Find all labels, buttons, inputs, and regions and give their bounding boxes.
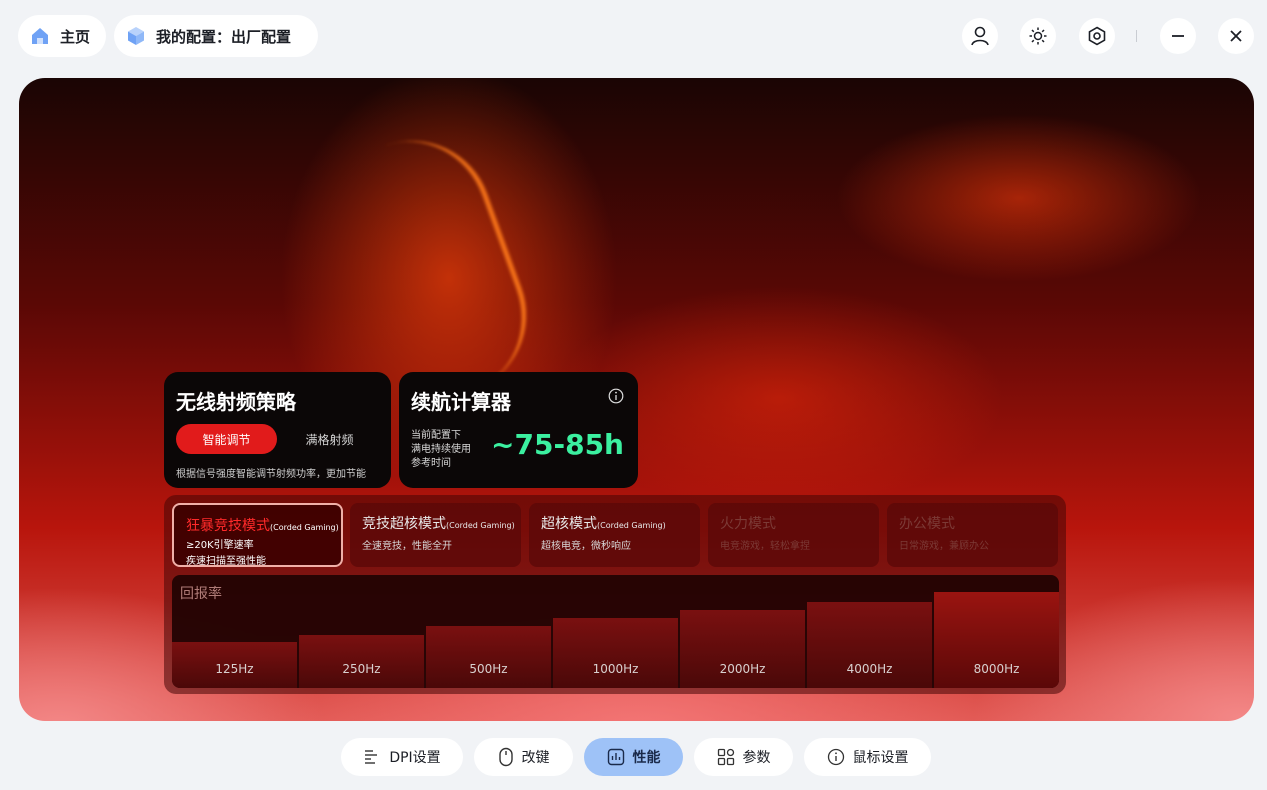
- bottom-navigation: DPI设置 改键 性能 参数 鼠标设置: [0, 738, 1267, 778]
- rate-8000hz-option[interactable]: 8000Hz: [934, 592, 1059, 688]
- user-icon: [971, 26, 989, 46]
- mouse-icon: [498, 747, 513, 767]
- full-power-option[interactable]: 满格射频: [282, 424, 377, 454]
- mode-card-office[interactable]: 办公模式 日常游戏，兼顾办公: [887, 503, 1058, 567]
- battery-conditions: 当前配置下 满电持续使用 参考时间: [411, 429, 471, 471]
- battery-line-3: 参考时间: [411, 458, 451, 469]
- mode-name: 竞技超核模式(Corded Gaming): [362, 516, 515, 532]
- nav-label: 改键: [521, 750, 550, 766]
- mode-desc-2: 疾速扫描至强性能: [186, 556, 266, 567]
- close-icon: [1230, 30, 1242, 42]
- polling-rate-selector: 回报率 125Hz 250Hz 500Hz 1000Hz 2000Hz 4000…: [172, 575, 1059, 688]
- nav-label: 性能: [632, 750, 661, 766]
- nav-mouse-settings[interactable]: 鼠标设置: [804, 738, 931, 776]
- home-label: 主页: [60, 27, 91, 46]
- minimize-button[interactable]: [1160, 18, 1196, 54]
- performance-icon: [607, 748, 624, 766]
- mode-name: 超核模式(Corded Gaming): [541, 516, 666, 532]
- grid-icon: [717, 748, 734, 766]
- rate-2000hz-option[interactable]: 2000Hz: [680, 610, 805, 688]
- top-bar: 主页 我的配置：出厂配置: [0, 0, 1267, 76]
- rate-125hz-option[interactable]: 125Hz: [172, 642, 297, 688]
- nav-parameters[interactable]: 参数: [694, 738, 793, 776]
- mode-card-firepower[interactable]: 火力模式 电竞游戏，轻松拿捏: [708, 503, 879, 567]
- home-button[interactable]: 主页: [18, 15, 106, 57]
- brightness-icon: [1029, 27, 1047, 45]
- mode-card-overclock[interactable]: 超核模式(Corded Gaming) 超核电竞，微秒响应: [529, 503, 700, 567]
- minimize-icon: [1172, 35, 1184, 37]
- mode-name: 火力模式: [720, 516, 776, 532]
- rate-label: 250Hz: [342, 662, 381, 676]
- nav-performance[interactable]: 性能: [584, 738, 683, 776]
- nav-label: 参数: [742, 750, 771, 766]
- performance-panel: 狂暴竞技模式(Corded Gaming) ≥20K引擎速率 疾速扫描至强性能 …: [164, 495, 1066, 694]
- mode-card-berserk[interactable]: 狂暴竞技模式(Corded Gaming) ≥20K引擎速率 疾速扫描至强性能: [172, 503, 343, 567]
- config-selector-button[interactable]: 我的配置：出厂配置: [114, 15, 318, 57]
- rate-4000hz-option[interactable]: 4000Hz: [807, 602, 932, 688]
- rate-label: 8000Hz: [973, 662, 1020, 676]
- settings-button[interactable]: [1079, 18, 1115, 54]
- rate-label: 125Hz: [215, 662, 254, 676]
- mode-desc: 日常游戏，兼顾办公: [899, 541, 989, 552]
- info-icon[interactable]: [608, 388, 624, 408]
- wireless-strategy-card: 无线射频策略 智能调节 满格射频 根据信号强度智能调节射频功率，更加节能: [164, 372, 391, 488]
- settings-hex-icon: [1088, 26, 1106, 46]
- cube-icon: [128, 27, 144, 45]
- header-divider: [1136, 30, 1137, 42]
- lighting-button[interactable]: [1020, 18, 1056, 54]
- battery-calculator-card: 续航计算器 当前配置下 满电持续使用 参考时间 ~75-85h: [399, 372, 638, 488]
- rate-1000hz-option[interactable]: 1000Hz: [553, 618, 678, 688]
- nav-label: 鼠标设置: [852, 750, 909, 766]
- nav-label: DPI设置: [389, 750, 441, 766]
- info-icon: [827, 748, 844, 766]
- battery-line-1: 当前配置下: [411, 430, 461, 441]
- mode-name: 狂暴竞技模式(Corded Gaming): [186, 518, 339, 534]
- battery-hours-value: ~75-85h: [491, 428, 624, 461]
- user-button[interactable]: [962, 18, 998, 54]
- wireless-title: 无线射频策略: [176, 390, 296, 414]
- polling-rate-title: 回报率: [180, 586, 222, 602]
- rate-label: 2000Hz: [719, 662, 766, 676]
- smart-adjust-option[interactable]: 智能调节: [176, 424, 277, 454]
- mode-card-competitive-overclock[interactable]: 竞技超核模式(Corded Gaming) 全速竞技，性能全开: [350, 503, 521, 567]
- nav-key-remap[interactable]: 改键: [474, 738, 573, 776]
- mode-desc: 全速竞技，性能全开: [362, 541, 452, 552]
- rate-250hz-option[interactable]: 250Hz: [299, 635, 424, 688]
- home-icon: [32, 28, 48, 44]
- wireless-description: 根据信号强度智能调节射频功率，更加节能: [176, 469, 366, 480]
- battery-title: 续航计算器: [411, 390, 511, 414]
- rate-label: 1000Hz: [592, 662, 639, 676]
- rate-label: 500Hz: [469, 662, 508, 676]
- dpi-icon: [365, 750, 378, 764]
- config-label: 我的配置：出厂配置: [156, 27, 292, 46]
- rate-500hz-option[interactable]: 500Hz: [426, 626, 551, 688]
- close-button[interactable]: [1218, 18, 1254, 54]
- rate-label: 4000Hz: [846, 662, 893, 676]
- nav-dpi-settings[interactable]: DPI设置: [341, 738, 463, 776]
- mode-desc: ≥20K引擎速率: [186, 540, 254, 551]
- battery-line-2: 满电持续使用: [411, 444, 471, 455]
- mode-desc: 电竞游戏，轻松拿捏: [720, 541, 810, 552]
- mode-name: 办公模式: [899, 516, 955, 532]
- mode-desc: 超核电竞，微秒响应: [541, 541, 631, 552]
